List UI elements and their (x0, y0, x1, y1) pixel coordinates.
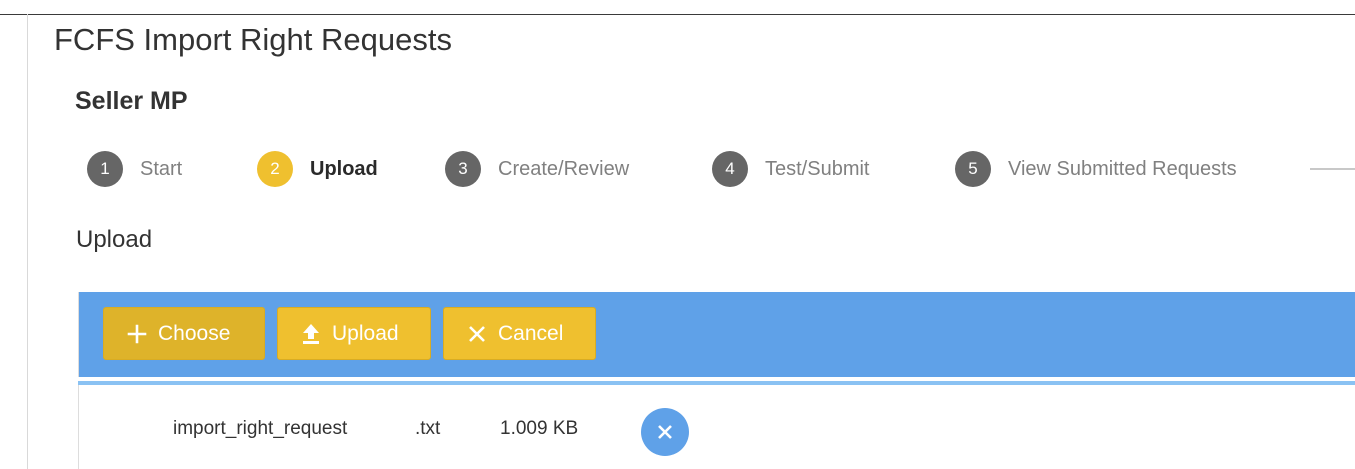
section-title: Seller MP (75, 87, 188, 115)
step-number: 3 (445, 151, 481, 187)
remove-file-button[interactable] (641, 408, 689, 456)
step-view-submitted-requests[interactable]: 5 View Submitted Requests (955, 151, 1237, 187)
step-create-review[interactable]: 3 Create/Review (445, 151, 629, 187)
steps-indicator: 1 Start 2 Upload 3 Create/Review 4 Test/… (87, 151, 1355, 187)
cancel-button[interactable]: Cancel (443, 307, 596, 360)
step-test-submit[interactable]: 4 Test/Submit (712, 151, 869, 187)
upload-button-label: Upload (332, 321, 399, 345)
step-label: Test/Submit (765, 157, 870, 180)
left-divider (27, 14, 28, 469)
uploader-toolbar: Choose Upload Cancel (78, 292, 1355, 377)
step-number: 1 (87, 151, 123, 187)
step-label: View Submitted Requests (1008, 157, 1237, 180)
upload-heading: Upload (76, 226, 153, 253)
step-number: 5 (955, 151, 991, 187)
page: FCFS Import Right Requests Seller MP 1 S… (0, 0, 1355, 469)
upload-icon (300, 323, 322, 345)
close-icon (466, 323, 488, 345)
step-number: 4 (712, 151, 748, 187)
step-label: Create/Review (498, 157, 630, 180)
close-icon (655, 422, 675, 442)
upload-button[interactable]: Upload (277, 307, 431, 360)
file-uploader: Choose Upload Cancel import_right_reques… (78, 292, 1355, 469)
page-title: FCFS Import Right Requests (54, 22, 452, 57)
step-start[interactable]: 1 Start (87, 151, 182, 187)
step-connector (1310, 168, 1355, 170)
file-size: 1.009 KB (500, 418, 579, 439)
file-name: import_right_request (173, 418, 348, 439)
step-label: Upload (310, 157, 378, 180)
step-label: Start (140, 157, 183, 180)
top-divider (0, 14, 1355, 15)
choose-button-label: Choose (158, 321, 231, 345)
plus-icon (126, 323, 148, 345)
step-number: 2 (257, 151, 293, 187)
step-upload[interactable]: 2 Upload (257, 151, 378, 187)
cancel-button-label: Cancel (498, 321, 564, 345)
file-extension: .txt (415, 418, 441, 439)
choose-button[interactable]: Choose (103, 307, 265, 360)
